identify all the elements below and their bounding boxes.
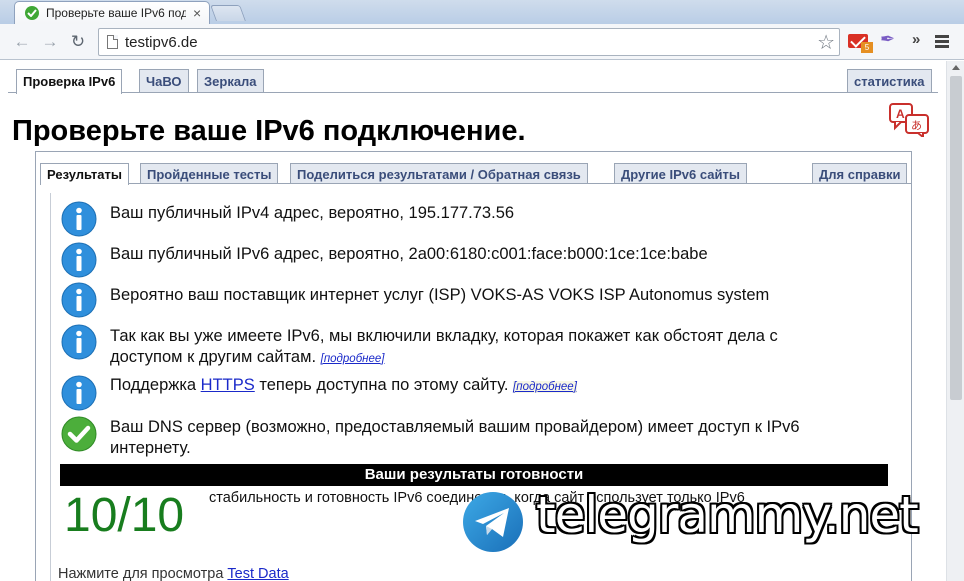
reload-icon[interactable]: ↻: [68, 32, 88, 52]
info-icon: [61, 375, 97, 411]
svg-text:A: A: [896, 107, 905, 121]
footer-note: Нажмите для просмотра Test Data: [58, 566, 289, 581]
test-data-link[interactable]: Test Data: [227, 566, 288, 581]
address-bar[interactable]: testipv6.de ☆: [98, 28, 840, 56]
forward-arrow-icon[interactable]: →: [40, 32, 60, 52]
tab-share-feedback[interactable]: Поделиться результатами / Обратная связь: [290, 163, 588, 184]
svg-text:あ: あ: [911, 119, 922, 132]
vertical-scrollbar[interactable]: [946, 61, 964, 581]
page-title: Проверьте ваше IPv6 подключение.: [12, 115, 526, 147]
menu-hamburger-icon[interactable]: [935, 35, 949, 49]
tab-faq[interactable]: ЧаВО: [139, 69, 189, 93]
more-info-link[interactable]: [подробнее]: [513, 381, 577, 393]
https-text-after: теперь доступна по этому сайту.: [254, 376, 509, 394]
info-icon: [61, 201, 97, 237]
scroll-up-icon[interactable]: [952, 65, 960, 70]
dns-line1: Ваш DNS сервер (возможно, предоставляемы…: [110, 418, 800, 436]
ipv6-message: Ваш публичный IPv6 адрес, вероятно, 2a00…: [110, 245, 708, 263]
url-text[interactable]: testipv6.de: [125, 34, 198, 51]
tab-reference[interactable]: Для справки: [812, 163, 908, 184]
new-tab-button[interactable]: [210, 5, 246, 21]
browser-toolbar: ← → ↻ testipv6.de ☆ 5 ✒ »: [0, 24, 964, 60]
browser-tab[interactable]: Проверьте ваше IPv6 подк ×: [14, 1, 210, 25]
https-text-before: Поддержка: [110, 376, 201, 394]
tab-other-sites[interactable]: Другие IPv6 сайты: [614, 163, 747, 184]
extensions-overflow-icon[interactable]: »: [912, 31, 924, 53]
tab-close-icon[interactable]: ×: [193, 5, 201, 21]
ipv4-message: Ваш публичный IPv4 адрес, вероятно, 195.…: [110, 204, 515, 222]
check-success-icon: [61, 416, 97, 452]
feather-extension-icon[interactable]: ✒: [880, 29, 900, 51]
readiness-header: Ваши результаты готовности: [60, 464, 888, 486]
tab-tests-run[interactable]: Пройденные тесты: [140, 163, 279, 184]
https-link[interactable]: HTTPS: [201, 376, 255, 394]
tab-mirrors[interactable]: Зеркала: [197, 69, 264, 93]
unread-badge: 5: [861, 42, 873, 53]
bookmark-star-icon[interactable]: ☆: [817, 30, 835, 55]
tab-message-line2: доступом к другим сайтам.: [110, 348, 317, 366]
tab-statistics[interactable]: статистика: [847, 69, 932, 93]
readiness-score: 10/10: [64, 489, 185, 542]
page-viewport: Проверка IPv6 ЧаВО Зеркала статистика A …: [0, 61, 964, 581]
https-message: Поддержка HTTPS теперь доступна по этому…: [110, 375, 910, 398]
dns-line2: интернету.: [110, 439, 191, 457]
translate-icon[interactable]: A あ: [889, 103, 931, 137]
tab-results[interactable]: Результаты: [40, 163, 129, 185]
watermark-text: telegrammy.net: [536, 486, 919, 544]
browser-titlebar: Проверьте ваше IPv6 подк ×: [0, 0, 964, 25]
tab-ipv6-test[interactable]: Проверка IPv6: [16, 69, 123, 94]
other-sites-tab-message: Так как вы уже имеете IPv6, мы включили …: [110, 326, 910, 370]
footer-text: Нажмите для просмотра: [58, 566, 228, 581]
top-nav-tabs: Проверка IPv6 ЧаВО Зеркала статистика: [0, 61, 946, 94]
info-icon: [61, 242, 97, 278]
more-info-link[interactable]: [подробнее]: [321, 353, 385, 365]
dns-message: Ваш DNS сервер (возможно, предоставляемы…: [110, 417, 910, 459]
scrollbar-thumb[interactable]: [950, 76, 962, 400]
tab-title: Проверьте ваше IPv6 подк: [46, 6, 186, 20]
page-icon: [107, 35, 118, 49]
check-favicon-icon: [25, 6, 39, 20]
tab-message-line1: Так как вы уже имеете IPv6, мы включили …: [110, 327, 778, 345]
gmail-extension-icon[interactable]: 5: [848, 31, 874, 53]
back-arrow-icon[interactable]: ←: [12, 32, 32, 52]
results-tabs: Результаты Пройденные тесты Поделиться р…: [36, 152, 911, 185]
info-icon: [61, 282, 97, 318]
telegram-logo-icon: [463, 492, 523, 552]
info-icon: [61, 324, 97, 360]
isp-message: Вероятно ваш поставщик интернет услуг (I…: [110, 286, 770, 304]
